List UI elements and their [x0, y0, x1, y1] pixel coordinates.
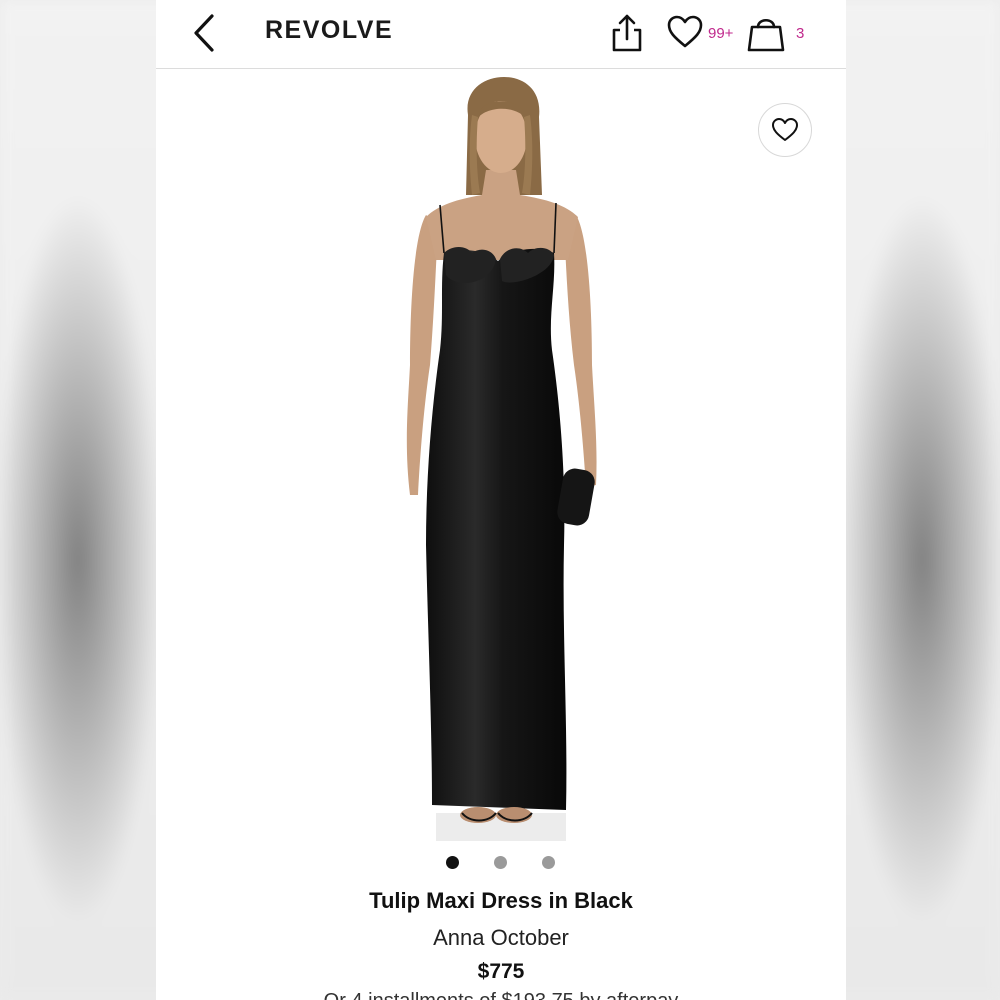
share-icon — [612, 14, 642, 52]
pagination-dot[interactable] — [542, 856, 555, 869]
brand-logo[interactable]: REVOLVE — [265, 16, 393, 45]
back-button[interactable] — [186, 12, 222, 54]
wishlist-button[interactable]: 99+ — [666, 14, 746, 52]
share-button[interactable] — [608, 12, 646, 54]
product-brand[interactable]: Anna October — [156, 925, 846, 951]
installments-text[interactable]: Or 4 installments of $193.75 by afterpay — [156, 990, 846, 1000]
app-screen: REVOLVE 99+ 3 Tulip Maxi Dress in Black … — [156, 0, 846, 1000]
shopping-bag-icon — [747, 18, 785, 52]
product-price: $775 — [477, 960, 525, 983]
bag-count-badge: 3 — [796, 25, 805, 42]
heart-icon — [772, 118, 798, 141]
heart-icon — [667, 15, 703, 48]
image-pagination — [156, 856, 846, 872]
chevron-left-icon — [194, 14, 214, 52]
top-navigation-bar: REVOLVE 99+ 3 — [156, 0, 846, 69]
pagination-dot[interactable] — [494, 856, 507, 869]
pagination-dot[interactable] — [446, 856, 459, 869]
shopping-bag-button[interactable]: 3 — [746, 12, 816, 54]
product-image[interactable] — [396, 75, 626, 845]
favorite-button[interactable] — [758, 103, 812, 157]
product-title: Tulip Maxi Dress in Black — [369, 888, 633, 913]
wishlist-count-badge: 99+ — [708, 25, 734, 42]
